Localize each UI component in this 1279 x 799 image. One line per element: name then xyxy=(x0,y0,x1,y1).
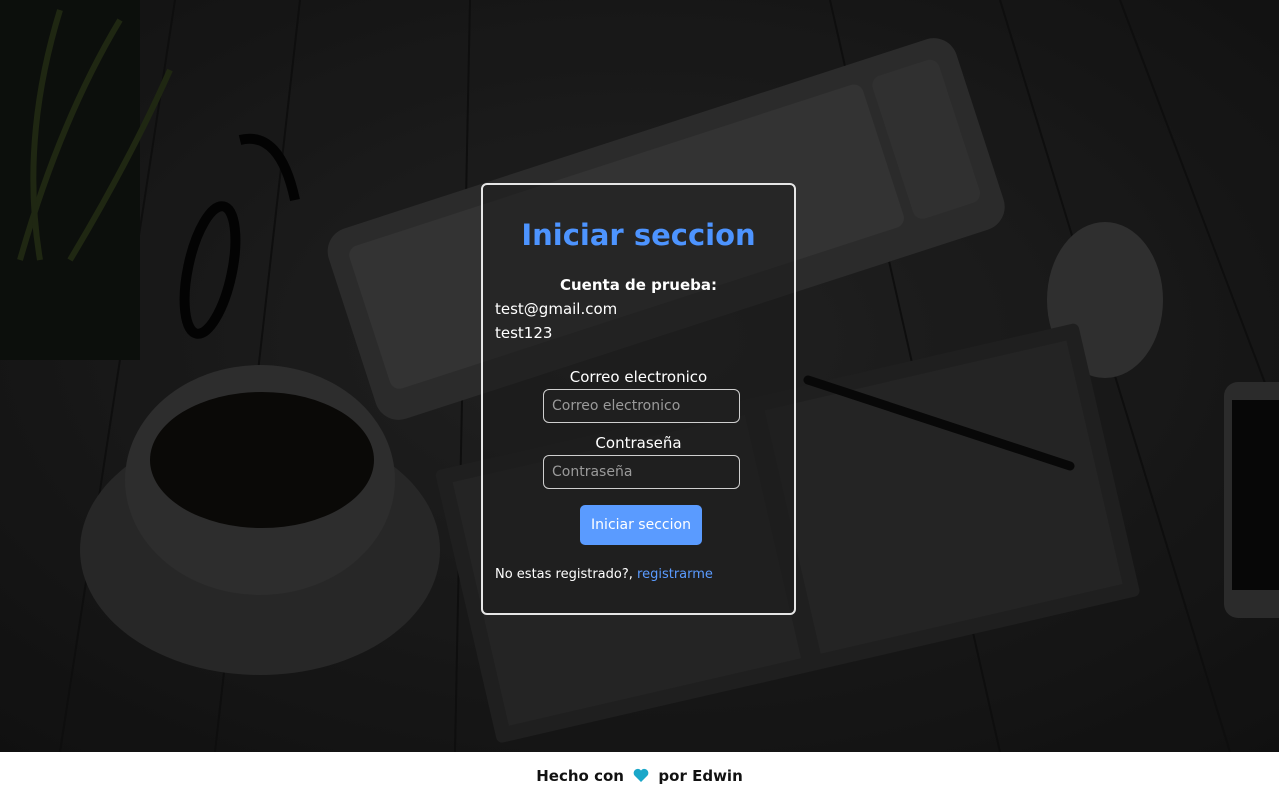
email-label: Correo electronico xyxy=(569,368,708,386)
footer-credit: Hecho con por Edwin xyxy=(0,766,1279,788)
heart-icon xyxy=(633,768,649,788)
test-email-text: test@gmail.com xyxy=(495,300,618,318)
register-prompt-row: No estas registrado?, registrarme xyxy=(495,565,713,585)
test-account-heading: Cuenta de prueba: xyxy=(559,276,718,294)
register-prompt-text: No estas registrado?, xyxy=(495,567,633,582)
password-label: Contraseña xyxy=(595,434,682,452)
footer: Hecho con por Edwin xyxy=(0,752,1279,799)
test-password-text: test123 xyxy=(495,324,553,342)
login-title: Iniciar seccion xyxy=(521,218,756,252)
register-link[interactable]: registrarme xyxy=(637,567,713,582)
footer-suffix: por Edwin xyxy=(658,767,743,785)
login-submit-button[interactable]: Iniciar seccion xyxy=(580,505,702,545)
footer-prefix: Hecho con xyxy=(536,767,624,785)
password-field[interactable] xyxy=(543,455,740,489)
email-field[interactable] xyxy=(543,389,740,423)
login-card: Iniciar seccion Cuenta de prueba: test@g… xyxy=(481,183,796,615)
login-page: Iniciar seccion Cuenta de prueba: test@g… xyxy=(0,0,1279,752)
